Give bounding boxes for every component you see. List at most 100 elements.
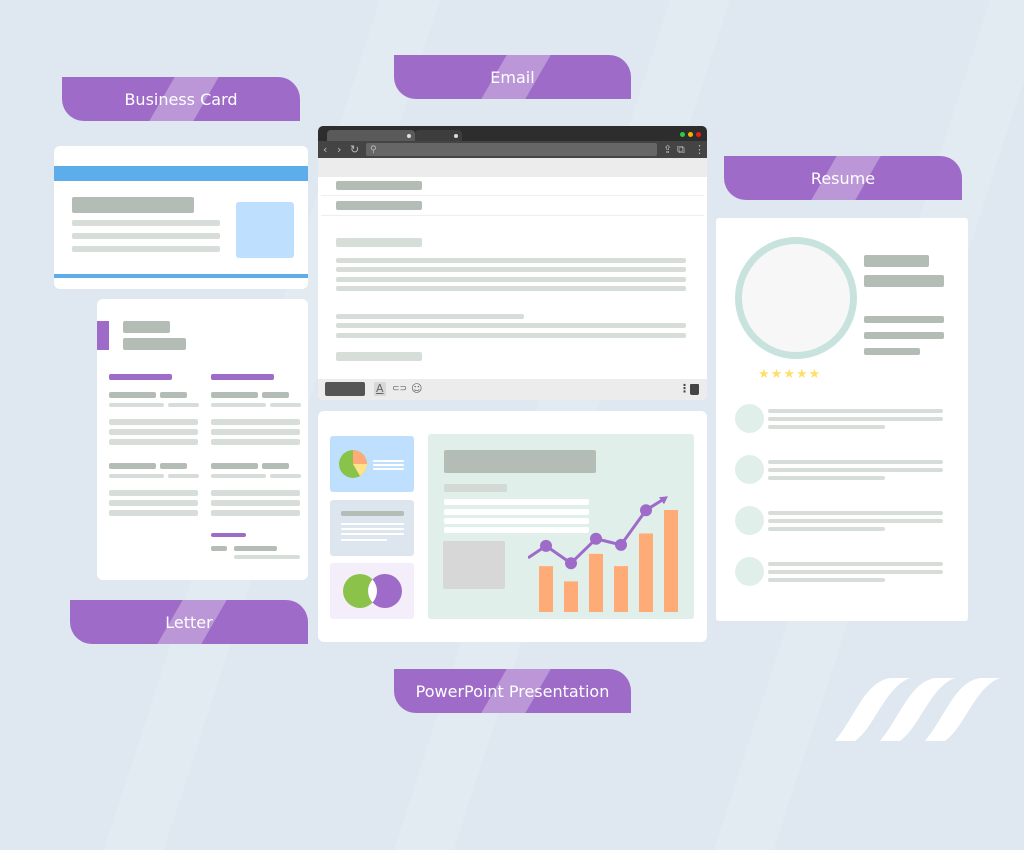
text-line: [341, 539, 387, 541]
resume-item-bullet: [735, 455, 764, 484]
slide-main: [428, 434, 694, 619]
text-line: [160, 392, 187, 398]
text-format-icon[interactable]: A: [374, 382, 386, 396]
copy-icon[interactable]: ⧉: [677, 143, 685, 157]
brand-logo-icon: [835, 678, 1000, 741]
text-line: [109, 463, 156, 469]
text-line: [72, 233, 220, 239]
email-label-text: Email: [490, 67, 535, 87]
text-line: [336, 323, 686, 328]
slide-thumbnail-text[interactable]: [330, 500, 414, 556]
letter-section-title: [211, 374, 274, 380]
text-line: [211, 439, 300, 445]
tab-close-icon[interactable]: [454, 134, 458, 138]
address-bar[interactable]: [366, 143, 657, 156]
forward-icon[interactable]: ›: [337, 143, 341, 157]
slide-thumbnail-venn[interactable]: [330, 563, 414, 619]
presentation-label: PowerPoint Presentation: [394, 669, 631, 713]
slide-title-placeholder: [444, 450, 596, 473]
link-icon[interactable]: ⊂⊃: [392, 382, 407, 396]
email-window: ‹ › ↻ ⚲ ⇪ ⧉ ⋮ A ⊂⊃ ☺ ⋮: [318, 126, 707, 400]
slide-image-placeholder: [443, 541, 505, 589]
text-line: [211, 474, 266, 478]
letter-label: Letter: [70, 600, 308, 644]
reload-icon[interactable]: ↻: [350, 143, 359, 157]
text-line: [211, 463, 258, 469]
text-line: [109, 439, 198, 445]
presentation-slide: [318, 411, 707, 642]
resume-item-bullet: [735, 506, 764, 535]
text-line: [211, 419, 300, 425]
text-line: [109, 490, 198, 496]
text-line: [341, 528, 404, 530]
chart-bar: [614, 566, 628, 612]
text-line: [211, 429, 300, 435]
resume-item-bullet: [735, 404, 764, 433]
resume-label-text: Resume: [810, 168, 876, 188]
resume-label: Resume: [724, 156, 962, 200]
text-line: [768, 476, 885, 480]
emoji-icon[interactable]: ☺: [411, 382, 422, 396]
text-line: [373, 464, 404, 466]
text-line: [373, 460, 404, 462]
text-line: [336, 286, 686, 291]
text-line: [336, 267, 686, 272]
text-line: [109, 474, 164, 478]
chart-bar: [564, 581, 578, 612]
trend-point: [565, 557, 577, 570]
divider: [321, 215, 704, 216]
email-to-field[interactable]: [336, 181, 422, 190]
text-line: [109, 429, 198, 435]
text-line: [373, 468, 404, 470]
text-line: [160, 463, 187, 469]
text-line: [341, 511, 404, 516]
star-icon: ★: [795, 367, 809, 382]
text-line: [109, 510, 198, 516]
trend-point: [615, 538, 627, 551]
window-minimize-dot[interactable]: [688, 132, 693, 137]
text-line: [270, 474, 301, 478]
text-line: [234, 546, 277, 551]
text-line: [768, 562, 943, 566]
letter-label-text: Letter: [165, 612, 213, 632]
letter-heading-placeholder: [123, 321, 170, 333]
chart-bar: [539, 566, 553, 612]
letter-section-title: [109, 374, 172, 380]
back-icon[interactable]: ‹: [323, 143, 327, 157]
share-icon[interactable]: ⇪: [663, 143, 672, 157]
text-line: [211, 546, 227, 551]
text-line: [211, 510, 300, 516]
trash-icon[interactable]: [690, 384, 699, 395]
text-line: [109, 392, 156, 398]
browser-menu-icon[interactable]: ⋮: [694, 143, 705, 157]
resume-name-placeholder: [864, 255, 929, 267]
browser-tab-active[interactable]: [327, 130, 415, 141]
star-icon: ★: [783, 367, 796, 382]
star-icon: ★: [770, 367, 784, 382]
slide-thumbnail-pie[interactable]: [330, 436, 414, 492]
text-line: [768, 460, 943, 464]
text-line: [211, 500, 300, 506]
text-line: [768, 425, 885, 429]
trend-point: [540, 539, 552, 552]
email-subject-field[interactable]: [336, 201, 422, 210]
window-maximize-dot[interactable]: [680, 132, 685, 137]
text-line: [864, 348, 920, 355]
resume-title-placeholder: [864, 275, 944, 287]
more-options-icon[interactable]: ⋮: [679, 382, 690, 396]
presentation-label-text: PowerPoint Presentation: [415, 681, 610, 701]
send-button[interactable]: [325, 382, 365, 396]
text-line: [109, 500, 198, 506]
business-card-top-band: [54, 166, 308, 181]
chart-bar: [664, 510, 678, 612]
text-line: [262, 463, 289, 469]
tab-close-icon[interactable]: [407, 134, 411, 138]
text-line: [109, 419, 198, 425]
venn-diagram-icon: [343, 574, 402, 608]
text-line: [336, 277, 686, 282]
text-line: [211, 403, 266, 407]
window-close-dot[interactable]: [696, 132, 701, 137]
resume-photo: [735, 237, 857, 359]
text-line: [336, 258, 686, 263]
email-greeting: [336, 238, 422, 247]
